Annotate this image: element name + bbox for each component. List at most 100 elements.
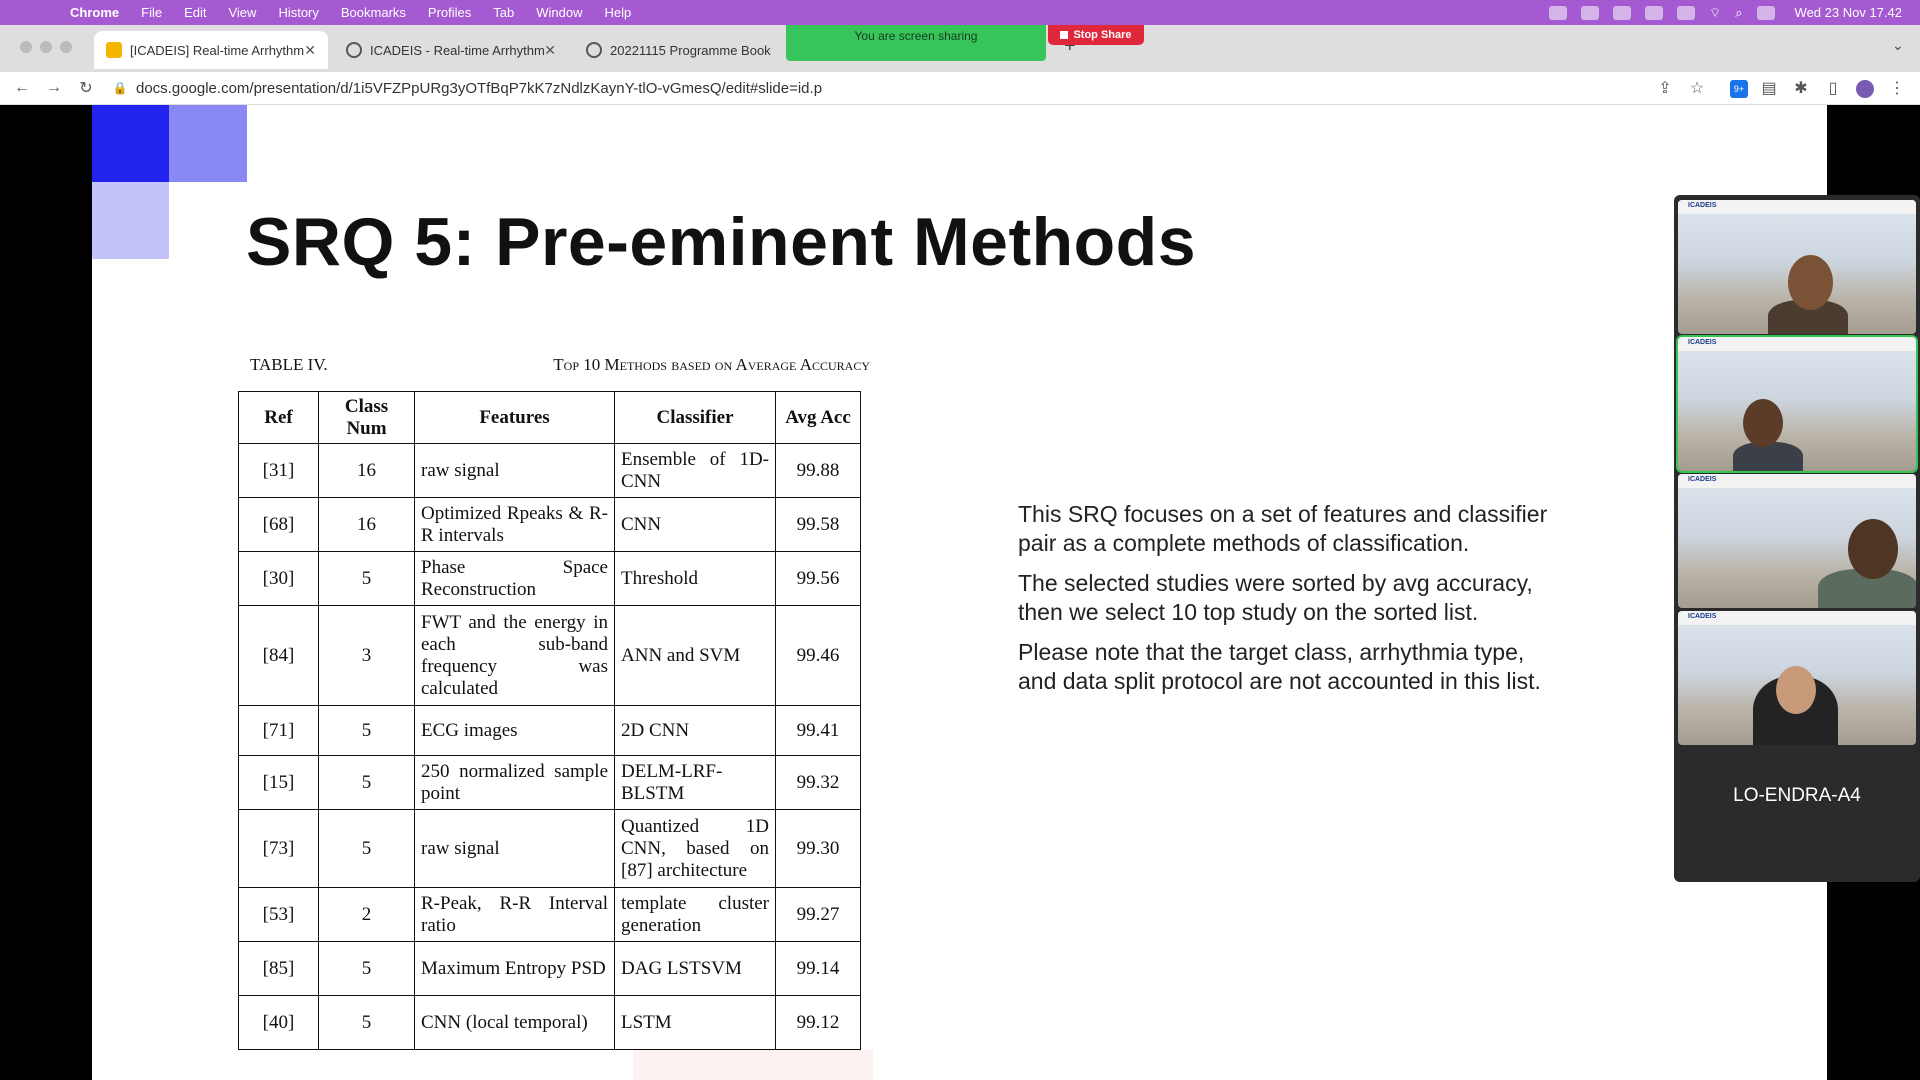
cell-ref: [73]: [238, 809, 319, 888]
cell-classifier: DELM-LRF-BLSTM: [614, 755, 776, 810]
decor-square-mid: [169, 105, 247, 182]
status-icon[interactable]: [1613, 5, 1632, 20]
chrome-menu-icon[interactable]: ⋮: [1888, 80, 1906, 98]
table-row: [73] 5 raw signal Quantized 1D CNN, based o…: [238, 809, 861, 888]
conference-banner: ICADEIS: [1678, 474, 1916, 488]
cell-avg-acc: 99.30: [775, 809, 861, 888]
cell-avg-acc: 99.88: [775, 443, 861, 498]
bullet-text: Please note that the target class, arrhy…: [1018, 639, 1541, 694]
cell-avg-acc: 99.46: [775, 605, 861, 706]
menu-profiles[interactable]: Profiles: [428, 5, 471, 20]
methods-table: Ref Class Num Features Classifier Avg Ac…: [238, 391, 861, 1050]
menu-window[interactable]: Window: [536, 5, 582, 20]
table-row: [53] 2 R-Peak, R-R Interval ratio template …: [238, 887, 861, 942]
cell-classifier: CNN: [614, 497, 776, 552]
profile-avatar[interactable]: [1856, 80, 1874, 98]
tab-icadeis[interactable]: ICADEIS - Real-time Arrhythmi ✕: [334, 31, 568, 69]
bookmark-star-icon[interactable]: ☆: [1688, 80, 1706, 98]
menu-view[interactable]: View: [228, 5, 256, 20]
participant-video-tile[interactable]: ICADEIS: [1676, 335, 1918, 473]
cell-ref: [53]: [238, 887, 319, 942]
cell-ref: [71]: [238, 705, 319, 756]
menu-history[interactable]: History: [278, 5, 318, 20]
cell-class-num: 16: [318, 443, 415, 498]
cell-classifier: ANN and SVM: [614, 605, 776, 706]
participant-video-tile[interactable]: ICADEIS: [1678, 474, 1916, 608]
minimize-window-button[interactable]: [40, 41, 52, 53]
menu-edit[interactable]: Edit: [184, 5, 206, 20]
side-panel-icon[interactable]: ▯: [1824, 80, 1842, 98]
cell-class-num: 5: [318, 809, 415, 888]
tab-slides-active[interactable]: [ICADEIS] Real-time Arrhythmi ✕: [94, 31, 328, 69]
battery-icon[interactable]: [1677, 5, 1696, 20]
reload-button[interactable]: ↻: [76, 78, 96, 98]
cell-class-num: 2: [318, 887, 415, 942]
stop-share-button[interactable]: Stop Share: [1048, 25, 1144, 45]
address-bar: ← → ↻ 🔒 docs.google.com/presentation/d/1…: [0, 72, 1920, 105]
share-page-icon[interactable]: ⇪: [1656, 80, 1674, 98]
cell-ref: [84]: [238, 605, 319, 706]
cell-class-num: 5: [318, 995, 415, 1050]
tab-programme-book[interactable]: 20221115 Programme Book ICA: [574, 31, 784, 69]
screen-sharing-banner[interactable]: You are screen sharing: [786, 25, 1046, 61]
menu-file[interactable]: File: [141, 5, 162, 20]
close-tab-icon[interactable]: ✕: [544, 42, 556, 59]
cell-features: raw signal: [414, 443, 615, 498]
participant-video-tile[interactable]: ICADEIS: [1678, 611, 1916, 745]
table-header-row: Ref Class Num Features Classifier Avg Ac…: [238, 391, 861, 444]
wifi-icon[interactable]: ⌔: [1709, 5, 1721, 21]
menu-tab[interactable]: Tab: [493, 5, 514, 20]
slide-title: SRQ 5: Pre-eminent Methods: [246, 204, 1197, 280]
globe-icon: [346, 42, 362, 58]
cell-ref: [68]: [238, 497, 319, 552]
cell-features: ECG images: [414, 705, 615, 756]
url-field[interactable]: docs.google.com/presentation/d/1i5VFZPpU…: [136, 80, 822, 97]
menubar-clock[interactable]: Wed 23 Nov 17.42: [1795, 5, 1902, 20]
cell-features: 250 normalized sample point: [414, 755, 615, 810]
tab-label: ICADEIS - Real-time Arrhythmi: [370, 42, 545, 58]
status-icon[interactable]: [1645, 5, 1664, 20]
forward-button[interactable]: →: [44, 79, 64, 97]
extensions-puzzle-icon[interactable]: ✱: [1792, 80, 1810, 98]
conference-logo: ICADEIS: [1688, 202, 1717, 209]
table-row: [68] 16 Optimized Rpeaks & R-R intervals CN…: [238, 497, 861, 552]
table-caption: TABLE IV. Top 10 Methods based on Averag…: [250, 355, 870, 375]
participants-panel: ICADEIS ICADEIS ICADEIS ICADEIS LO-ENDRA…: [1674, 195, 1920, 882]
table-caption-number: TABLE IV.: [250, 355, 328, 374]
menu-bookmarks[interactable]: Bookmarks: [341, 5, 406, 20]
status-icon[interactable]: [1549, 5, 1568, 20]
cell-class-num: 16: [318, 497, 415, 552]
back-button[interactable]: ←: [12, 79, 32, 97]
menu-help[interactable]: Help: [605, 5, 632, 20]
participant-video-tile[interactable]: ICADEIS: [1678, 200, 1916, 334]
status-icon[interactable]: [1581, 5, 1600, 20]
tab-search-icon[interactable]: ⌄: [1892, 37, 1904, 54]
conference-logo: ICADEIS: [1688, 613, 1717, 620]
cell-class-num: 5: [318, 755, 415, 810]
cell-class-num: 5: [318, 941, 415, 996]
cell-ref: [15]: [238, 755, 319, 810]
slides-icon: [106, 42, 122, 58]
menu-app-chrome[interactable]: Chrome: [70, 5, 119, 20]
decor-bar: [633, 1050, 873, 1080]
conference-logo: ICADEIS: [1688, 339, 1717, 346]
cell-features: Optimized Rpeaks & R-R intervals: [414, 497, 615, 552]
col-header-features: Features: [414, 391, 615, 444]
macos-menubar: Chrome File Edit View History Bookmarks …: [0, 0, 1920, 25]
cell-class-num: 5: [318, 705, 415, 756]
close-tab-icon[interactable]: ✕: [304, 42, 316, 59]
cell-features: Maximum Entropy PSD: [414, 941, 615, 996]
zoom-window-button[interactable]: [60, 41, 72, 53]
extension-icon[interactable]: ▤: [1760, 80, 1778, 98]
control-center-icon[interactable]: [1756, 5, 1775, 20]
table-row: [15] 5 250 normalized sample point DELM-LRF…: [238, 755, 861, 810]
share-status-text: You are screen sharing: [854, 29, 978, 43]
extension-icon[interactable]: 9+: [1730, 80, 1748, 98]
cell-classifier: template cluster generation: [614, 887, 776, 942]
search-icon[interactable]: ⌕: [1735, 5, 1742, 21]
table-row: [84] 3 FWT and the energy in each sub-band…: [238, 605, 861, 706]
close-window-button[interactable]: [20, 41, 32, 53]
lock-icon[interactable]: 🔒: [110, 81, 130, 95]
col-header-ref: Ref: [238, 391, 319, 444]
globe-icon: [586, 42, 602, 58]
